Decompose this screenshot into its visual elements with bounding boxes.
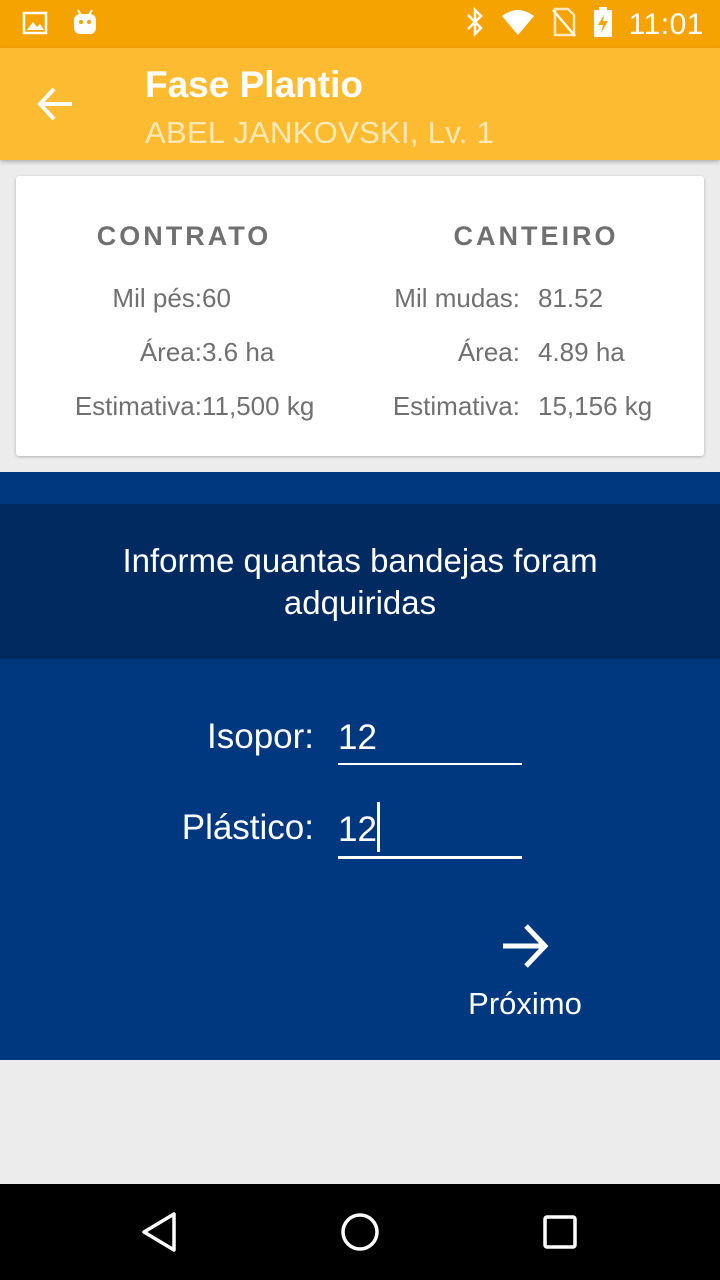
row-label: Mil mudas: [394, 283, 520, 313]
plastico-label: Plástico: [181, 808, 314, 847]
wifi-icon [501, 8, 535, 41]
page-title: Fase Plantio [145, 64, 363, 105]
row-value: 3.6 ha [202, 337, 275, 367]
bluetooth-icon [465, 6, 485, 42]
prompt-band: Informe quantas bandejas foram adquirida… [0, 504, 720, 659]
row-value: 81.52 [538, 283, 604, 313]
prompt-text: Informe quantas bandejas foram adquirida… [122, 541, 598, 621]
system-icons: 11:01 [465, 6, 704, 43]
android-notification-icon [72, 8, 98, 43]
row-label: Estimativa: [392, 391, 520, 421]
isopor-label: Isopor: [207, 717, 314, 756]
summary-card: CONTRATO Mil pés: 60 Área: 3.6 ha Estima… [16, 176, 704, 456]
no-sim-icon [551, 6, 577, 43]
arrow-right-icon [503, 924, 549, 968]
canteiro-header: CANTEIRO [453, 221, 619, 251]
row-label: Área: [457, 337, 520, 367]
app-bar: Fase Plantio ABEL JANKOVSKI, Lv. 1 [0, 48, 720, 160]
notification-icons [22, 8, 98, 43]
nav-recent-icon [543, 1215, 577, 1249]
battery-charging-icon [593, 6, 613, 43]
row-label: Estimativa: [74, 391, 202, 421]
page-subtitle: ABEL JANKOVSKI, Lv. 1 [145, 115, 495, 150]
next-button[interactable]: Próximo [440, 912, 610, 1032]
nav-home-button[interactable] [336, 1208, 384, 1256]
row-value: 15,156 kg [538, 391, 653, 421]
nav-back-button[interactable] [136, 1208, 184, 1256]
status-bar: 11:01 [0, 0, 720, 48]
next-label: Próximo [468, 986, 582, 1021]
plastico-input[interactable] [338, 804, 522, 859]
isopor-input[interactable] [338, 713, 522, 765]
screen: 11:01 Fase Plantio ABEL JANKOVSKI, Lv. 1… [0, 0, 720, 1280]
nav-recent-button[interactable] [536, 1208, 584, 1256]
nav-back-icon [142, 1212, 176, 1252]
image-notification-icon [22, 10, 48, 41]
row-value: 4.89 ha [538, 337, 625, 367]
tray-form: Informe quantas bandejas foram adquirida… [0, 472, 720, 1060]
navigation-bar [0, 1184, 720, 1280]
row-value: 60 [202, 283, 231, 313]
nav-home-icon [341, 1213, 379, 1251]
back-button[interactable] [28, 76, 84, 132]
row-label: Mil pés: [112, 283, 202, 313]
arrow-left-icon [37, 87, 72, 121]
text-cursor [377, 802, 380, 852]
row-value: 11,500 kg [202, 391, 315, 421]
row-label: Área: [139, 337, 202, 367]
clock: 11:01 [628, 7, 704, 41]
contrato-header: CONTRATO [96, 221, 272, 251]
